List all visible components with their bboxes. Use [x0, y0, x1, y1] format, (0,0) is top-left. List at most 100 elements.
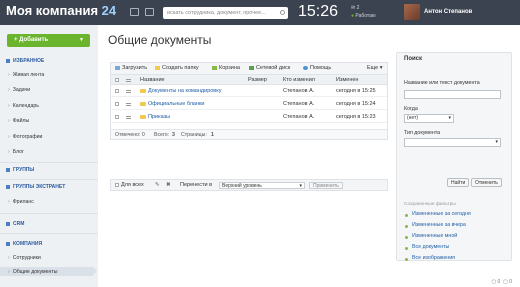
messages-icon[interactable] — [130, 8, 139, 16]
network-drive-button[interactable]: Сетевой диск — [249, 65, 290, 71]
brand-name: Моя компания — [6, 3, 99, 18]
search-icon[interactable] — [280, 10, 285, 15]
row-menu-icon[interactable] — [126, 90, 131, 93]
user-name[interactable]: Антон Степанов — [424, 9, 472, 15]
saved-filters-label: Сохраненные фильтры — [404, 202, 456, 207]
total-count: 3 — [172, 132, 175, 138]
folder-name: Официальные бланки — [148, 101, 205, 107]
pages-label: Страницы: — [181, 132, 207, 138]
avatar[interactable] — [404, 4, 420, 20]
doc-name-input[interactable] — [404, 90, 501, 99]
search-panel: Поиск Название или текст документа Когда… — [396, 52, 512, 261]
filter-link[interactable]: Все документы — [412, 244, 449, 250]
sidebar-item-blog[interactable]: › Блог — [8, 149, 24, 155]
sidebar-item-freelance[interactable]: › Фриланс — [8, 199, 34, 205]
sidebar-section-groups[interactable]: ГРУППЫ — [6, 167, 34, 173]
row-checkbox[interactable] — [115, 115, 119, 119]
move-target-select[interactable]: Верхний уровень ▾ — [219, 182, 305, 189]
page-number[interactable]: 1 — [211, 132, 214, 138]
documents-table: Название Размер Кто изменил Изменен Доку… — [110, 74, 388, 140]
bottom-counters[interactable]: ▢ 0 ▢ 0 — [491, 279, 512, 285]
row-author: Степанов А. — [283, 114, 315, 120]
upload-icon — [115, 65, 120, 70]
page-title: Общие документы — [108, 33, 212, 47]
for-all-checkbox[interactable] — [115, 183, 119, 187]
filter-link[interactable]: Все изображения — [412, 255, 455, 261]
sidebar-section-crm[interactable]: CRM — [6, 221, 24, 227]
cancel-button[interactable]: Отменить — [471, 178, 502, 187]
brand-logo[interactable]: Моя компания 24 — [6, 3, 116, 18]
sidebar-section-extranet[interactable]: ГРУППЫ ЭКСТРАНЕТ — [6, 184, 65, 190]
divider — [0, 233, 98, 234]
row-modified: сегодня в 15:24 — [336, 101, 376, 107]
select-all-checkbox[interactable] — [115, 78, 119, 82]
row-checkbox[interactable] — [115, 89, 119, 93]
group-action-bar: Для всех ✎ ✖ Перенести в Верхний уровень… — [110, 179, 388, 191]
folder-name: Приказы — [148, 114, 171, 120]
column-name[interactable]: Название — [140, 77, 165, 83]
sidebar-item-files[interactable]: › Файлы — [8, 118, 29, 124]
status-block[interactable]: ✉ 2 ● Работаю — [351, 4, 376, 20]
more-button[interactable]: Еще ▾ — [367, 65, 383, 71]
row-author: Степанов А. — [283, 101, 315, 107]
doc-type-select[interactable]: ▾ — [404, 138, 501, 147]
folder-icon — [140, 101, 146, 106]
row-name[interactable]: Документы на командировку — [140, 88, 221, 94]
table-header: Название Размер Кто изменил Изменен — [111, 75, 387, 85]
row-menu-icon[interactable] — [126, 116, 131, 119]
filter-link[interactable]: Измененные за сегодня — [412, 211, 471, 217]
network-drive-label: Сетевой диск — [256, 65, 291, 71]
bullet-icon — [405, 214, 408, 217]
column-size[interactable]: Размер — [248, 77, 267, 83]
sidebar-item-label: Файлы — [12, 118, 30, 124]
section-label: CRM — [13, 221, 25, 227]
help-label: Помощь — [310, 65, 332, 71]
for-all-label[interactable]: Для всех — [121, 182, 144, 188]
when-select[interactable]: (нет) ▾ — [404, 114, 454, 123]
sidebar-item-feed[interactable]: › Живая лента — [8, 72, 44, 78]
column-modified[interactable]: Изменен — [336, 77, 358, 83]
filter-link[interactable]: Измененные мной — [412, 233, 457, 239]
sidebar-item-photos[interactable]: › Фотографии — [8, 134, 42, 140]
search-input[interactable]: искать сотрудника, документ, прочее... — [163, 7, 288, 19]
table-row[interactable]: Приказы Степанов А. сегодня в 15:23 — [111, 111, 387, 123]
apply-button[interactable]: Применить — [309, 182, 343, 189]
row-name[interactable]: Приказы — [140, 114, 170, 120]
sidebar-section-favorites[interactable]: ИЗБРАННОЕ — [6, 58, 44, 64]
move-to-label: Перенести в — [180, 182, 213, 188]
help-button[interactable]: Помощь — [303, 65, 331, 71]
section-label: ИЗБРАННОЕ — [13, 58, 45, 64]
notif-count: 2 — [356, 5, 360, 11]
chevron-down-icon: ▼ — [79, 37, 84, 43]
clock: 15:26 — [298, 3, 339, 20]
sidebar-item-shared-docs[interactable]: › Общие документы — [8, 269, 57, 275]
sidebar-item-employees[interactable]: › Сотрудники — [8, 255, 41, 261]
upload-button[interactable]: Загрузить — [115, 65, 147, 71]
when-label: Когда — [404, 106, 418, 112]
folder-icon — [140, 88, 146, 93]
find-button[interactable]: Найти — [447, 178, 470, 187]
row-checkbox[interactable] — [115, 102, 119, 106]
search-panel-title: Поиск — [404, 56, 423, 62]
column-author[interactable]: Кто изменил — [283, 77, 315, 83]
section-label: КОМПАНИЯ — [13, 241, 43, 247]
add-button[interactable]: + Добавить ▼ — [7, 34, 90, 47]
delete-icon[interactable]: ✖ — [166, 182, 171, 188]
table-row[interactable]: Официальные бланки Степанов А. сегодня в… — [111, 98, 387, 110]
notifications-icon[interactable] — [145, 8, 154, 16]
row-menu-icon[interactable] — [126, 103, 131, 106]
star-icon — [6, 58, 10, 63]
sidebar-item-label: Живая лента — [12, 72, 45, 78]
menu-icon[interactable] — [126, 79, 131, 82]
sidebar-item-label: Сотрудники — [12, 255, 41, 261]
new-folder-button[interactable]: Создать папку — [155, 65, 199, 71]
edit-icon[interactable]: ✎ — [155, 182, 160, 188]
sidebar-item-calendar[interactable]: › Календарь — [8, 103, 39, 109]
row-name[interactable]: Официальные бланки — [140, 101, 205, 107]
extranet-icon — [6, 184, 10, 189]
filter-link[interactable]: Измененные за вчера — [412, 222, 466, 228]
trash-button[interactable]: Корзина — [212, 65, 240, 71]
sidebar-section-company[interactable]: КОМПАНИЯ — [6, 241, 42, 247]
table-row[interactable]: Документы на командировку Степанов А. се… — [111, 85, 387, 97]
sidebar-item-tasks[interactable]: › Задачи — [8, 87, 30, 93]
